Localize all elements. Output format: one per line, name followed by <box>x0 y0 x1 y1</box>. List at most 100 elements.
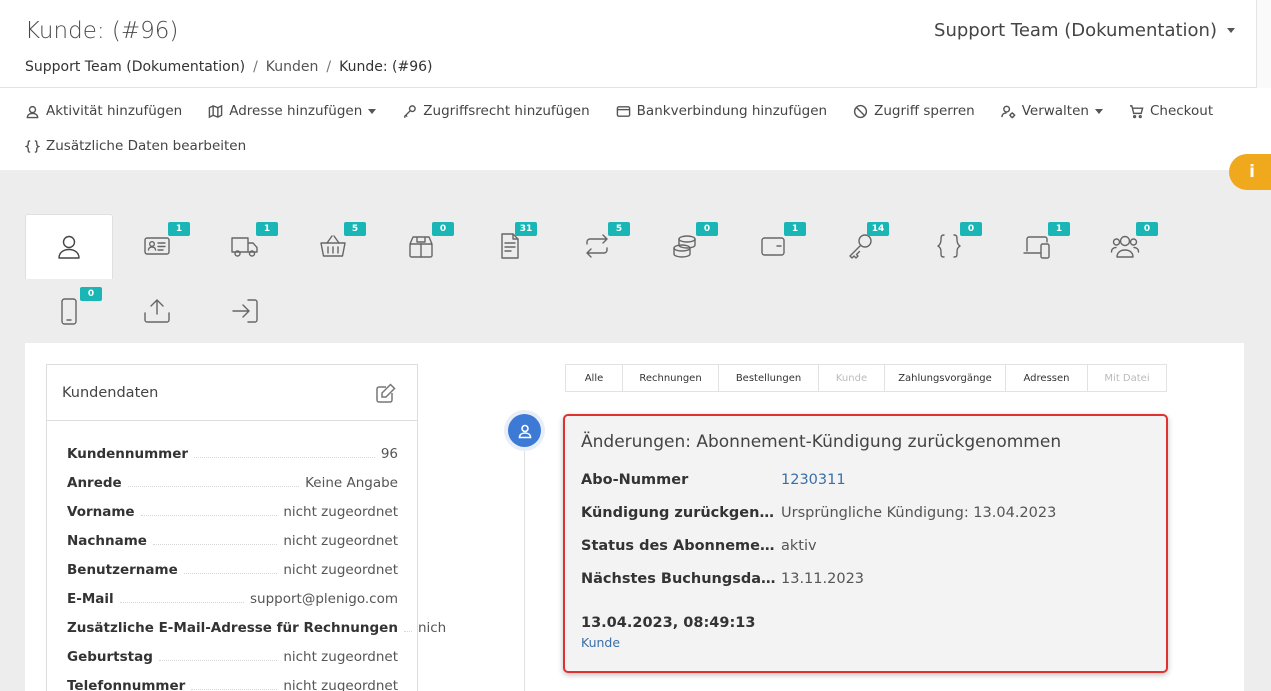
block-access-label: Zugriff sperren <box>874 103 975 119</box>
tab-access-rights[interactable]: 14 <box>817 214 905 278</box>
field-label: E-Mail <box>67 591 114 607</box>
breadcrumb-organization[interactable]: Support Team (Dokumentation) <box>25 59 245 75</box>
add-activity-label: Aktivität hinzufügen <box>46 103 183 119</box>
info-button[interactable]: i <box>1229 154 1271 190</box>
edit-icon[interactable] <box>375 382 397 404</box>
tab-invoices[interactable]: 31 <box>465 214 553 278</box>
tab-badge: 1 <box>784 222 806 236</box>
dot-leader <box>158 660 278 661</box>
field-value: support@plenigo.com <box>250 591 398 607</box>
tab-mobile[interactable]: 0 <box>25 279 113 343</box>
customer-fields: Kundennummer 96 Anrede Keine Angabe Vornam… <box>47 421 446 691</box>
coins-icon <box>673 235 696 258</box>
event-label: Kündigung zurückgenommen <box>581 504 781 521</box>
field-value: Keine Angabe <box>305 475 398 491</box>
subscription-number-link[interactable]: 1230311 <box>781 472 846 488</box>
users-icon <box>1110 235 1140 258</box>
tab-products[interactable]: 0 <box>377 214 465 278</box>
tab-users[interactable]: 0 <box>1081 214 1169 278</box>
tab-customer[interactable] <box>25 214 113 279</box>
field-row: Vorname nicht zugeordnet <box>67 491 398 520</box>
filter-all[interactable]: Alle <box>566 365 623 391</box>
event-label: Abo-Nummer <box>581 471 689 488</box>
tab-deliveries[interactable]: 1 <box>201 214 289 278</box>
edit-extra-data-button[interactable]: Zusätzliche Daten bearbeiten <box>25 138 246 154</box>
field-label: Anrede <box>67 475 122 491</box>
tab-upload[interactable] <box>113 279 201 343</box>
field-label: Telefonnummer <box>67 678 186 691</box>
field-row: Nachname nicht zugeordnet <box>67 520 398 549</box>
account-name: Support Team (Dokumentation) <box>934 20 1217 41</box>
map-icon <box>208 104 223 118</box>
add-address-button[interactable]: Adresse hinzufügen <box>208 103 377 119</box>
repeat-icon <box>586 234 608 258</box>
account-menu[interactable]: Support Team (Dokumentation) <box>934 20 1235 41</box>
add-bank-account-button[interactable]: Bankverbindung hinzufügen <box>616 103 827 119</box>
card-header: Kundendaten <box>47 365 417 421</box>
tab-additional-data[interactable]: 0 <box>905 214 993 278</box>
id-card-icon <box>144 237 170 255</box>
dot-leader <box>152 544 278 545</box>
filter-with-file[interactable]: Mit Datei <box>1088 365 1166 391</box>
add-access-right-button[interactable]: Zugriffsrecht hinzufügen <box>402 103 590 119</box>
field-label: Nachname <box>67 533 147 549</box>
event-value: Ursprüngliche Kündigung: 13.04.2023 <box>781 504 1057 521</box>
manage-menu-button[interactable]: Verwalten <box>1000 103 1103 119</box>
event-label: Status des Abonnements <box>581 537 781 554</box>
field-value: nicht zugeordnet <box>283 504 398 520</box>
field-label: Zusätzliche E-Mail-Adresse für Rechnunge… <box>67 620 398 636</box>
tab-id-cards[interactable]: 1 <box>113 214 201 278</box>
cart-icon <box>1129 104 1144 118</box>
tab-badge: 1 <box>1048 222 1070 236</box>
field-label: Benutzername <box>67 562 178 578</box>
dot-leader <box>191 689 278 690</box>
tab-orders[interactable]: 5 <box>289 214 377 278</box>
add-bank-account-label: Bankverbindung hinzufügen <box>636 103 828 119</box>
upload-icon <box>144 299 170 323</box>
tab-payments[interactable]: 0 <box>641 214 729 278</box>
field-row: Zusätzliche E-Mail-Adresse für Rechnunge… <box>67 607 446 636</box>
field-value: nich <box>417 620 447 636</box>
event-title: Änderungen: Abonnement-Kündigung zurückg… <box>581 432 1062 452</box>
tab-badge: 0 <box>1136 222 1158 236</box>
breadcrumb-customers[interactable]: Kunden <box>266 59 319 75</box>
event-author-link[interactable]: Kunde <box>581 635 1150 650</box>
filter-payments[interactable]: Zahlungsvorgänge <box>885 365 1006 391</box>
page-title: Kunde: (#96) <box>25 18 179 44</box>
checkout-button[interactable]: Checkout <box>1129 103 1213 119</box>
filter-orders[interactable]: Bestellungen <box>719 365 819 391</box>
event-label: Nächstes Buchungsdatum <box>581 570 781 587</box>
tab-login[interactable] <box>201 279 289 343</box>
scrollbar[interactable] <box>1256 0 1271 88</box>
dot-leader <box>127 486 300 487</box>
braces-icon <box>25 139 40 153</box>
event-value: aktiv <box>781 537 817 554</box>
tab-badge: 1 <box>168 222 190 236</box>
dot-leader <box>194 457 375 458</box>
user-settings-icon <box>1000 105 1015 118</box>
tab-badge: 14 <box>867 222 889 236</box>
devices-icon <box>1023 236 1050 259</box>
field-label: Vorname <box>67 504 135 520</box>
tab-wallet[interactable]: 1 <box>729 214 817 278</box>
login-icon <box>232 299 258 323</box>
breadcrumb-separator: / <box>253 59 258 75</box>
manage-menu-label: Verwalten <box>1021 103 1089 119</box>
filter-invoices[interactable]: Rechnungen <box>623 365 719 391</box>
add-access-right-label: Zugriffsrecht hinzufügen <box>423 103 590 119</box>
block-icon <box>853 104 868 118</box>
tab-devices[interactable]: 1 <box>993 214 1081 278</box>
block-access-button[interactable]: Zugriff sperren <box>853 103 975 119</box>
breadcrumb: Support Team (Dokumentation) / Kunden / … <box>25 59 433 75</box>
tab-badge: 0 <box>696 222 718 236</box>
caret-down-icon <box>1094 108 1103 114</box>
field-row: Geburtstag nicht zugeordnet <box>67 636 398 665</box>
checkout-label: Checkout <box>1149 103 1214 119</box>
filter-addresses[interactable]: Adressen <box>1006 365 1088 391</box>
event-row: Status des Abonnements aktiv <box>581 529 1150 562</box>
field-row: Benutzername nicht zugeordnet <box>67 549 398 578</box>
add-activity-button[interactable]: Aktivität hinzufügen <box>25 103 182 119</box>
box-icon <box>409 236 433 258</box>
tab-subscriptions[interactable]: 5 <box>553 214 641 278</box>
filter-customer[interactable]: Kunde <box>819 365 885 391</box>
